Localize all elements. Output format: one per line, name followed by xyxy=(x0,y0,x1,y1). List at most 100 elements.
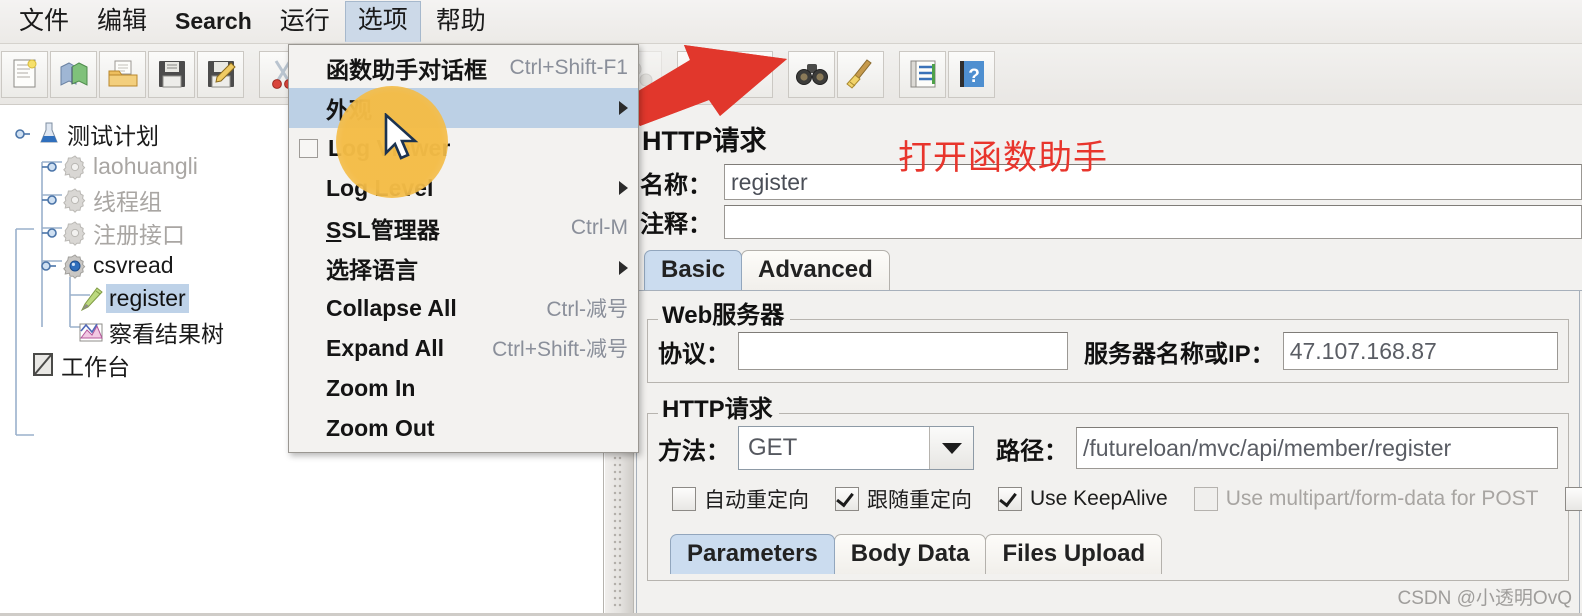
web-server-row: 协议： 服务器名称或IP： 47.107.168.87 xyxy=(658,332,1558,370)
checkbox-box[interactable] xyxy=(672,487,696,511)
menu-item-label: Zoom In xyxy=(326,374,416,401)
toolbar: STOP xyxy=(0,44,1582,105)
menu-file[interactable]: 文件 xyxy=(6,2,82,42)
menu-options[interactable]: 选项 xyxy=(344,1,421,42)
checkbox-follow-redirect[interactable]: 跟随重定向 xyxy=(835,484,972,514)
menu-item-label: SSL管理器 xyxy=(326,217,440,243)
menu-item-choose-language[interactable]: 选择语言 xyxy=(289,248,638,288)
protocol-input[interactable] xyxy=(738,332,1068,370)
request-data-subtabs: Parameters Body Data Files Upload xyxy=(658,534,1558,574)
menu-item-log-viewer[interactable]: Log Viewer xyxy=(289,128,638,168)
submenu-arrow-icon xyxy=(619,181,628,195)
menu-help[interactable]: 帮助 xyxy=(423,2,499,42)
tree-node-label: laohuangli xyxy=(93,153,198,179)
tree-node-label: csvread xyxy=(93,252,174,278)
http-request-editor: HTTP请求 名称： register 注释： Basic Advanced W… xyxy=(634,105,1582,616)
checkbox-box xyxy=(1193,487,1218,511)
templates-icon[interactable] xyxy=(50,50,97,98)
jmeter-window: 文件 编辑 Search 运行 选项 帮助 ? 测试计划 laohuangli … xyxy=(0,0,1582,616)
basic-tab-body: Web服务器 协议： 服务器名称或IP： 47.107.168.87 HTTP请… xyxy=(636,291,1582,616)
menu-run[interactable]: 运行 xyxy=(267,2,343,42)
menu-item-label: Log Level xyxy=(326,174,434,201)
tab-advanced[interactable]: Advanced xyxy=(741,250,890,290)
expand-handle-icon[interactable] xyxy=(12,123,34,145)
checkbox-auto-redirect[interactable]: 自动重定向 xyxy=(672,484,809,514)
method-select[interactable]: GET xyxy=(738,426,974,470)
new-document-icon[interactable] xyxy=(1,50,48,98)
name-input[interactable]: register xyxy=(724,164,1582,200)
protocol-label: 协议： xyxy=(658,340,730,368)
config-element-icon xyxy=(60,219,90,247)
method-value: GET xyxy=(748,434,798,461)
config-element-icon xyxy=(60,153,90,181)
tree-node-label: 工作台 xyxy=(61,353,130,380)
tree-node-label: 察看结果树 xyxy=(109,320,224,347)
menu-item-collapse-all[interactable]: Collapse All Ctrl-减号 xyxy=(289,288,638,328)
menu-item-zoom-out[interactable]: Zoom Out xyxy=(289,408,638,448)
clear-all-icon[interactable] xyxy=(726,50,773,98)
path-input[interactable]: /futureloan/mvc/api/member/register xyxy=(1076,427,1558,469)
collapse-handle-icon[interactable] xyxy=(38,156,60,178)
checkbox-use-keepalive[interactable]: Use KeepAlive xyxy=(998,487,1168,511)
save-as-icon[interactable] xyxy=(197,50,244,98)
menu-search[interactable]: Search xyxy=(162,2,265,42)
checkbox-box[interactable] xyxy=(835,487,859,511)
menu-item-label: Log Viewer xyxy=(328,134,451,161)
search-binoculars-icon[interactable] xyxy=(788,50,835,98)
options-dropdown-menu[interactable]: 函数助手对话框 Ctrl+Shift-F1 外观 Log Viewer Log … xyxy=(288,44,639,453)
tree-node-label: register xyxy=(106,284,189,313)
checkbox-box[interactable] xyxy=(998,487,1022,511)
menu-item-ssl-manager[interactable]: SSL管理器 Ctrl-M xyxy=(289,208,638,248)
menu-item-shortcut: Ctrl-M xyxy=(570,216,628,239)
http-request-group-title: HTTP请求 xyxy=(658,396,779,424)
name-label: 名称： xyxy=(640,171,712,199)
menu-item-label: Zoom Out xyxy=(326,414,435,441)
menu-item-label: 函数助手对话框 xyxy=(326,57,487,83)
menu-edit[interactable]: 编辑 xyxy=(84,2,160,42)
save-icon[interactable] xyxy=(148,50,195,98)
tree-node-label: 测试计划 xyxy=(67,122,159,149)
csv-data-set-icon xyxy=(60,252,90,280)
checkbox-browser-compatible-headers[interactable]: Browser-compatible headers xyxy=(1564,487,1582,511)
path-label: 路径： xyxy=(996,437,1068,465)
menu-item-expand-all[interactable]: Expand All Ctrl+Shift-减号 xyxy=(289,328,638,368)
view-results-tree-icon xyxy=(76,318,106,346)
name-field-row: 名称： register xyxy=(634,162,1582,202)
collapse-handle-icon[interactable] xyxy=(38,222,60,244)
menu-item-label: Collapse All xyxy=(326,294,457,321)
menu-item-shortcut: Ctrl+Shift-F1 xyxy=(509,56,628,79)
annotation-text: 打开函数助手 xyxy=(898,139,1108,177)
comment-input[interactable] xyxy=(724,204,1582,239)
reset-search-broom-icon[interactable] xyxy=(837,50,884,98)
open-folder-icon[interactable] xyxy=(99,50,146,98)
tab-basic[interactable]: Basic xyxy=(644,250,743,290)
checkbox-box[interactable] xyxy=(1564,487,1582,511)
web-server-group: Web服务器 协议： 服务器名称或IP： 47.107.168.87 xyxy=(647,302,1569,383)
collapse-handle-icon[interactable] xyxy=(38,189,60,211)
help-icon[interactable]: ? xyxy=(948,50,995,98)
menu-item-function-helper-dialog[interactable]: 函数助手对话框 Ctrl+Shift-F1 xyxy=(289,48,638,88)
toolbar-group-helper: ? xyxy=(898,50,996,98)
checkbox-box[interactable] xyxy=(299,138,318,158)
subtab-body-data[interactable]: Body Data xyxy=(833,534,987,574)
menu-item-label: Expand All xyxy=(326,334,444,361)
http-request-icon xyxy=(76,285,106,313)
toolbar-group-clear xyxy=(676,50,774,98)
function-helper-icon[interactable] xyxy=(899,50,946,98)
submenu-arrow-icon xyxy=(619,101,628,115)
tree-node-label: 线程组 xyxy=(93,188,162,215)
comment-label: 注释： xyxy=(640,211,712,238)
page-title: HTTP请求 xyxy=(642,126,767,156)
subtab-files-upload[interactable]: Files Upload xyxy=(985,534,1163,574)
server-input[interactable]: 47.107.168.87 xyxy=(1282,332,1558,370)
test-plan-icon xyxy=(34,120,64,148)
clear-icon[interactable] xyxy=(677,50,724,98)
checkbox-label: Use KeepAlive xyxy=(1030,487,1168,510)
menu-item-log-level[interactable]: Log Level xyxy=(289,168,638,208)
menu-item-zoom-in[interactable]: Zoom In xyxy=(289,368,638,408)
server-label: 服务器名称或IP： xyxy=(1084,340,1275,368)
chevron-down-icon[interactable] xyxy=(929,427,973,469)
menu-item-look-and-feel[interactable]: 外观 xyxy=(289,88,638,128)
subtab-parameters[interactable]: Parameters xyxy=(670,534,835,574)
expand-handle-icon[interactable] xyxy=(38,255,60,277)
